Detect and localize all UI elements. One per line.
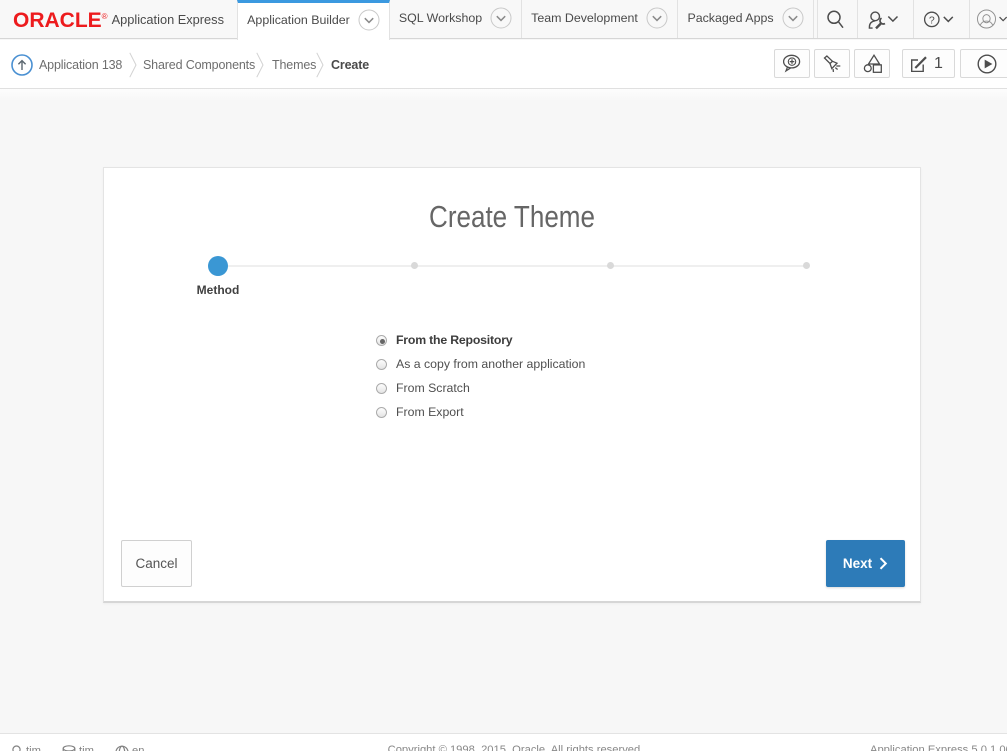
svg-text:?: ? xyxy=(929,14,935,26)
